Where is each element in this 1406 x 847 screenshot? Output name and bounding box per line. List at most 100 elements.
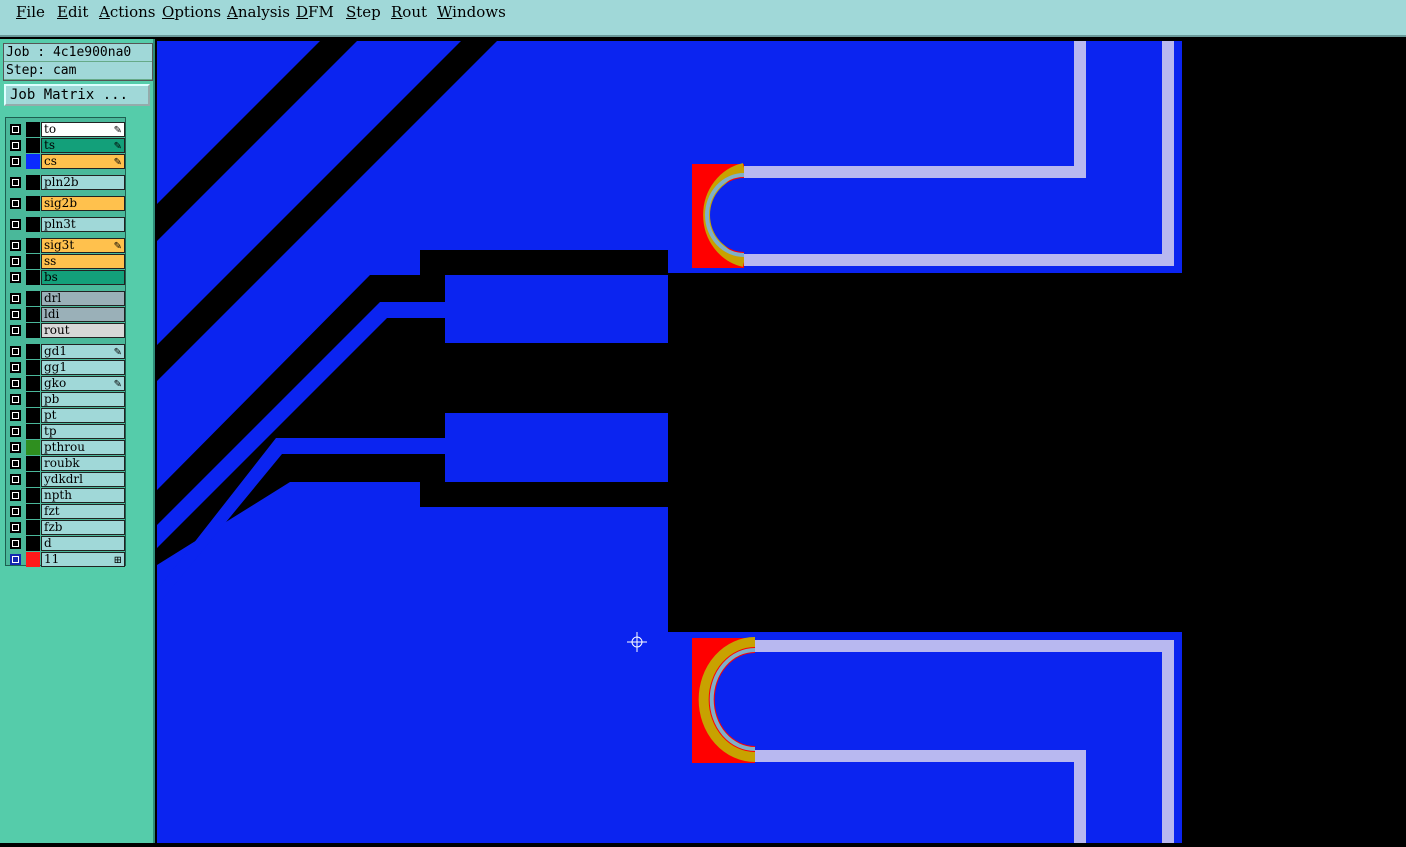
layer-checkbox[interactable] [10,522,21,533]
layer-color-swatch[interactable] [26,520,40,535]
layer-color-swatch[interactable] [26,323,40,338]
layer-checkbox[interactable] [10,240,21,251]
layer-name[interactable]: pthrou [41,440,125,455]
menu-step[interactable]: Step [346,3,381,21]
layer-name[interactable]: cs ✎ [41,154,125,169]
layer-name[interactable]: sig3t ✎ [41,238,125,253]
layer-row-11[interactable]: 11 ⊞ [8,552,125,567]
layer-color-swatch[interactable] [26,154,40,169]
menu-file[interactable]: File [16,3,45,21]
layer-row-bs[interactable]: bs [8,270,125,285]
layer-checkbox[interactable] [10,490,21,501]
layer-name[interactable]: roubk [41,456,125,471]
layer-row-fzt[interactable]: fzt [8,504,125,519]
layer-name[interactable]: ydkdrl [41,472,125,487]
layer-checkbox[interactable] [10,177,21,188]
layer-color-swatch[interactable] [26,138,40,153]
layer-row-fzb[interactable]: fzb [8,520,125,535]
layer-row-pt[interactable]: pt [8,408,125,423]
layer-color-swatch[interactable] [26,196,40,211]
layer-checkbox[interactable] [10,554,21,565]
layer-name[interactable]: fzb [41,520,125,535]
layer-color-swatch[interactable] [26,488,40,503]
layer-checkbox[interactable] [10,256,21,267]
layer-name[interactable]: ldi [41,307,125,322]
layer-row-sig3t[interactable]: sig3t ✎ [8,238,125,253]
menu-dfm[interactable]: DFM [296,3,334,21]
layer-name[interactable]: fzt [41,504,125,519]
layer-name[interactable]: pb [41,392,125,407]
layer-checkbox[interactable] [10,394,21,405]
layer-name[interactable]: gg1 [41,360,125,375]
layer-row-ldi[interactable]: ldi [8,307,125,322]
layer-row-roubk[interactable]: roubk [8,456,125,471]
layer-name[interactable]: 11 ⊞ [41,552,125,567]
menu-actions[interactable]: Actions [99,3,155,21]
layer-color-swatch[interactable] [26,408,40,423]
layer-checkbox[interactable] [10,346,21,357]
layer-name[interactable]: sig2b [41,196,125,211]
layer-color-swatch[interactable] [26,360,40,375]
layer-checkbox[interactable] [10,309,21,320]
layer-color-swatch[interactable] [26,307,40,322]
layer-name[interactable]: ss [41,254,125,269]
layer-row-ydkdrl[interactable]: ydkdrl [8,472,125,487]
layer-name[interactable]: gko ✎ [41,376,125,391]
layer-color-swatch[interactable] [26,472,40,487]
menu-rout[interactable]: Rout [391,3,427,21]
layer-color-swatch[interactable] [26,122,40,137]
layer-checkbox[interactable] [10,219,21,230]
layer-color-swatch[interactable] [26,217,40,232]
layer-row-ss[interactable]: ss [8,254,125,269]
layer-checkbox[interactable] [10,506,21,517]
layer-name[interactable]: rout [41,323,125,338]
layer-row-gd1[interactable]: gd1 ✎ [8,344,125,359]
layer-row-pln3t[interactable]: pln3t [8,217,125,232]
layer-name[interactable]: bs [41,270,125,285]
layer-checkbox[interactable] [10,325,21,336]
layer-row-cs[interactable]: cs ✎ [8,154,125,169]
layer-name[interactable]: pt [41,408,125,423]
layer-row-tp[interactable]: tp [8,424,125,439]
layer-color-swatch[interactable] [26,270,40,285]
layer-name[interactable]: ts ✎ [41,138,125,153]
layer-name[interactable]: d [41,536,125,551]
layer-name[interactable]: npth [41,488,125,503]
layer-checkbox[interactable] [10,474,21,485]
menu-edit[interactable]: Edit [57,3,88,21]
layer-row-pln2b[interactable]: pln2b [8,175,125,190]
menu-windows[interactable]: Windows [437,3,506,21]
layer-row-pthrou[interactable]: pthrou [8,440,125,455]
layer-row-drl[interactable]: drl [8,291,125,306]
layer-color-swatch[interactable] [26,504,40,519]
layer-name[interactable]: to ✎ [41,122,125,137]
layer-color-swatch[interactable] [26,175,40,190]
layer-row-gg1[interactable]: gg1 [8,360,125,375]
layer-row-ts[interactable]: ts ✎ [8,138,125,153]
layer-color-swatch[interactable] [26,424,40,439]
layer-color-swatch[interactable] [26,440,40,455]
layer-color-swatch[interactable] [26,536,40,551]
layer-checkbox[interactable] [10,538,21,549]
layer-checkbox[interactable] [10,272,21,283]
layer-color-swatch[interactable] [26,238,40,253]
layer-row-gko[interactable]: gko ✎ [8,376,125,391]
layer-name[interactable]: tp [41,424,125,439]
layer-checkbox[interactable] [10,426,21,437]
graphics-canvas[interactable] [157,41,1406,843]
layer-name[interactable]: gd1 ✎ [41,344,125,359]
layer-name[interactable]: pln2b [41,175,125,190]
layer-checkbox[interactable] [10,458,21,469]
layer-checkbox[interactable] [10,140,21,151]
layer-color-swatch[interactable] [26,392,40,407]
layer-checkbox[interactable] [10,198,21,209]
layer-checkbox[interactable] [10,293,21,304]
menu-analysis[interactable]: Analysis [227,3,290,21]
layer-color-swatch[interactable] [26,291,40,306]
layer-checkbox[interactable] [10,442,21,453]
layer-row-d[interactable]: d [8,536,125,551]
layer-row-to[interactable]: to ✎ [8,122,125,137]
layer-row-sig2b[interactable]: sig2b [8,196,125,211]
layer-color-swatch[interactable] [26,552,40,567]
layer-color-swatch[interactable] [26,456,40,471]
